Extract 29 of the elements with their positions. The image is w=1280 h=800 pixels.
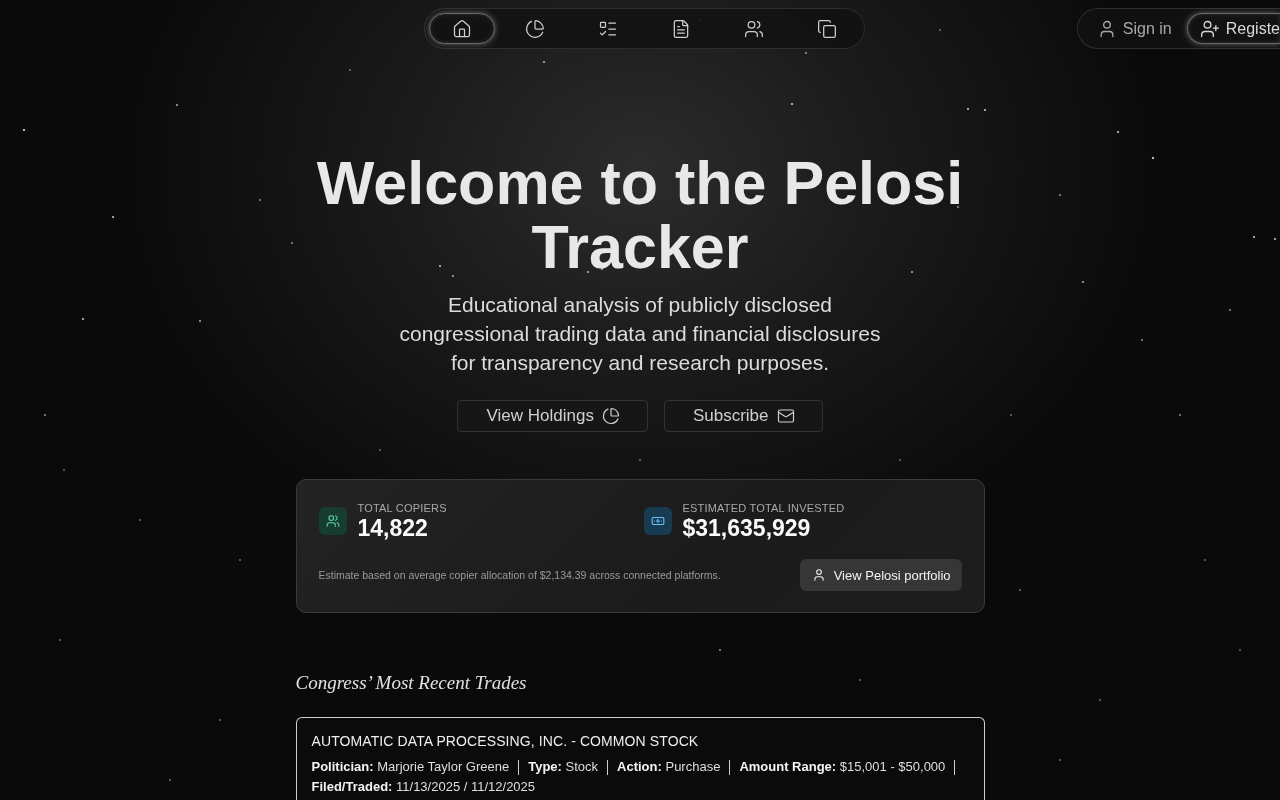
mail-icon	[776, 407, 795, 425]
hero-title: Welcome to the Pelosi Tracker	[315, 151, 965, 279]
home-icon	[452, 18, 472, 39]
trade-detail: Filed/Traded: 11/13/2025 / 11/12/2025	[311, 778, 536, 796]
stat-value: 14,822	[357, 515, 429, 541]
trade-detail: Politician: Marjorie Taylor Greene	[311, 758, 510, 776]
subscribe-button[interactable]: Subscribe	[663, 400, 823, 432]
user-plus-icon	[1199, 18, 1220, 39]
trade-detail: Action: Purchase	[617, 758, 721, 776]
nav-tab[interactable]	[429, 13, 495, 44]
sign-in-button[interactable]: Sign in	[1083, 13, 1183, 44]
stat-label: ESTIMATED TOTAL INVESTED	[682, 501, 845, 515]
stat-label: TOTAL COPIERS	[357, 501, 447, 515]
trade-detail: Amount Range: $15,001 - $50,000	[739, 758, 946, 776]
pie-chart-icon	[525, 18, 545, 39]
view-holdings-button[interactable]: View Holdings	[457, 400, 648, 432]
pie-chart-icon	[601, 407, 620, 425]
section-heading: Congress’ Most Recent Trades	[295, 671, 528, 695]
hero-subtitle: Educational analysis of publicly disclosed congressional trading data and financial disclosures for transparency and research purposes.	[398, 292, 882, 376]
register-button[interactable]: Registe	[1186, 13, 1280, 44]
user-icon	[811, 568, 826, 582]
document-icon	[671, 18, 691, 39]
users-icon	[744, 18, 764, 39]
estimate-note: Estimate based on average copier allocation of $2,134.39 across connected platforms.	[318, 569, 721, 581]
trade-title: AUTOMATIC DATA PROCESSING, INC. - COMMON STOCK	[311, 732, 700, 751]
view-portfolio-button[interactable]: View Pelosi portfolio	[799, 559, 962, 591]
copy-icon	[817, 18, 837, 39]
stat-value: $31,635,929	[682, 515, 812, 541]
trade-detail: Type: Stock	[528, 758, 599, 776]
